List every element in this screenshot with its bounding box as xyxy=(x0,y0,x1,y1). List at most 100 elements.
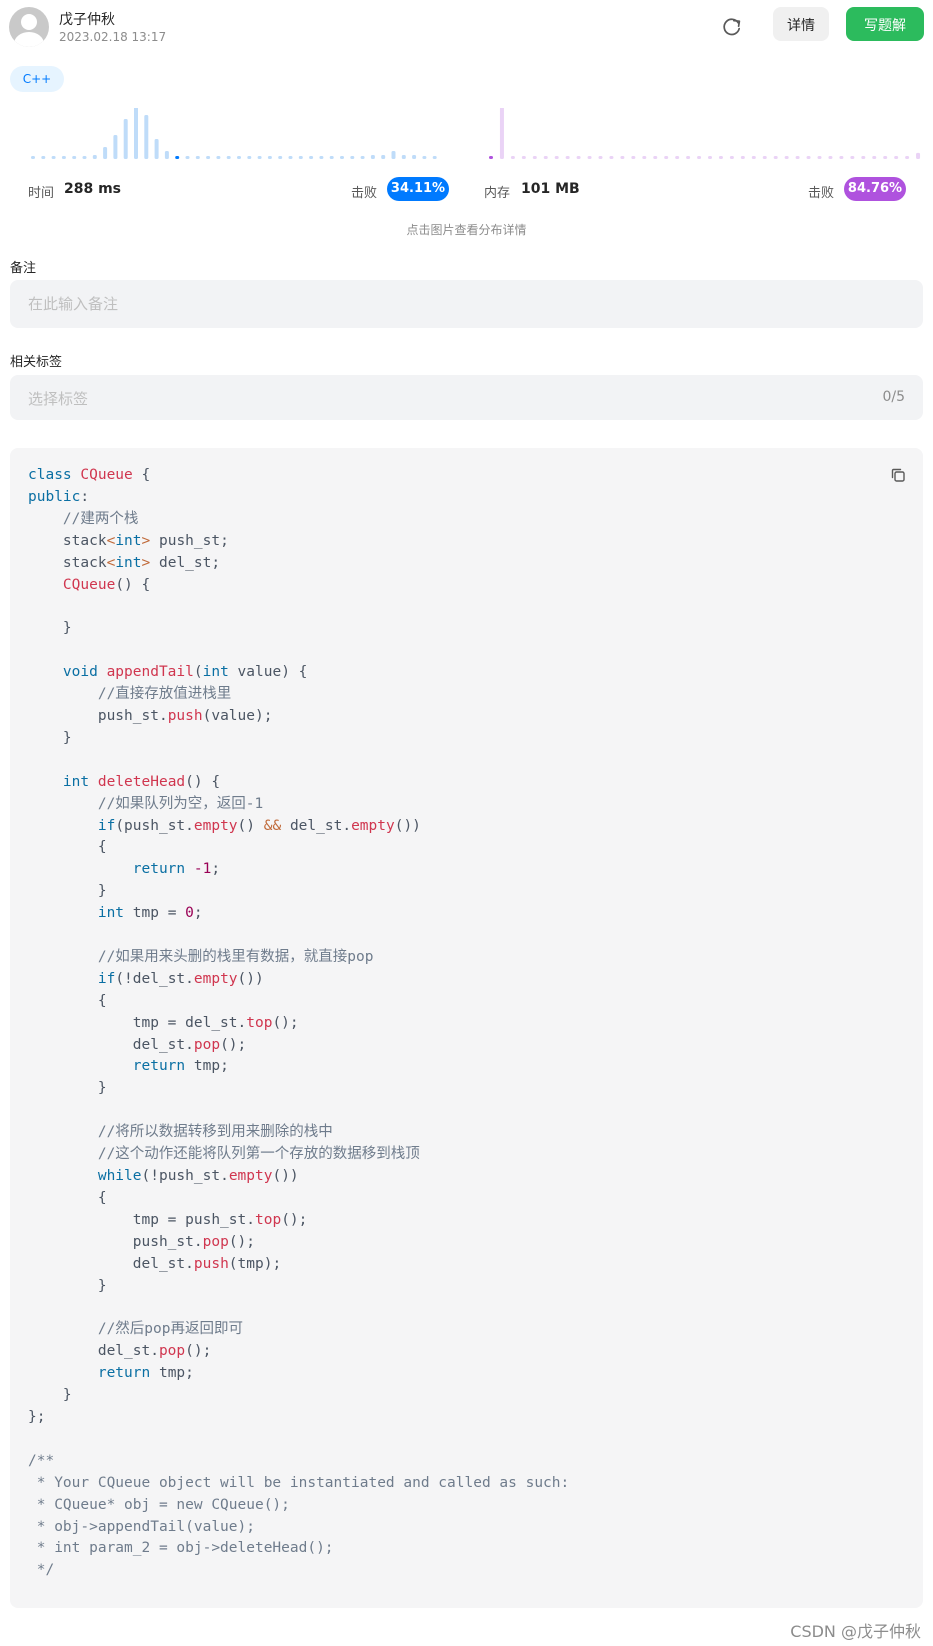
runtime-distribution-bar xyxy=(309,156,314,159)
code-text: class CQueue { public: //建两个栈 stack<int>… xyxy=(28,467,570,1579)
runtime-distribution-bar xyxy=(329,156,334,159)
runtime-distribution-bar xyxy=(103,147,108,159)
runtime-distribution-bar xyxy=(175,156,180,159)
memory-distribution-bar xyxy=(653,156,658,159)
avatar[interactable] xyxy=(9,7,49,47)
memory-distribution-bar xyxy=(762,156,767,159)
runtime-distribution-bar xyxy=(412,155,417,159)
footer-watermark: CSDN @戊子仲秋 xyxy=(790,1622,921,1641)
runtime-distribution-bar xyxy=(185,156,190,159)
memory-distribution-bar xyxy=(642,156,647,159)
runtime-distribution-bar xyxy=(72,156,77,159)
memory-distribution-bar xyxy=(543,156,548,159)
avatar-body xyxy=(14,32,44,47)
copy-button[interactable] xyxy=(889,466,907,484)
memory-distribution-bar xyxy=(740,156,745,159)
distribution-charts[interactable] xyxy=(0,108,933,170)
memory-distribution-bar xyxy=(576,156,581,159)
runtime-distribution-bar xyxy=(288,156,293,159)
memory-distribution-bar xyxy=(872,156,877,159)
memory-distribution-bar xyxy=(751,156,756,159)
memory-distribution-bar xyxy=(784,156,789,159)
runtime-distribution-bar xyxy=(195,156,200,159)
runtime-distribution-bar xyxy=(206,156,211,159)
memory-distribution-bar xyxy=(697,156,702,159)
runtime-distribution-bar xyxy=(381,155,386,159)
runtime-distribution-bar xyxy=(278,156,283,159)
memory-distribution-bar xyxy=(806,156,811,159)
runtime-distribution-bar xyxy=(216,156,221,159)
memory-distribution-bar xyxy=(916,152,921,159)
runtime-distribution-bar xyxy=(41,156,46,159)
runtime-distribution-bar xyxy=(267,156,272,159)
runtime-label: 时间 xyxy=(28,186,55,201)
memory-distribution-bar xyxy=(686,156,691,159)
memory-distribution-bar xyxy=(708,156,712,159)
memory-distribution-bar xyxy=(894,156,899,159)
memory-distribution-bar xyxy=(554,156,559,159)
runtime-beat-badge: 34.11% xyxy=(387,177,449,201)
refresh-icon xyxy=(723,18,741,36)
memory-distribution-bar xyxy=(828,156,833,159)
runtime-distribution-bar xyxy=(340,156,344,159)
runtime-distribution-bar xyxy=(401,155,406,159)
language-tag[interactable]: C++ xyxy=(10,66,64,92)
notes-input[interactable] xyxy=(10,280,923,328)
memory-beat-label: 击败 xyxy=(808,186,835,201)
runtime-distribution-bar xyxy=(92,155,97,159)
tag-count: 0/5 xyxy=(882,389,905,405)
memory-distribution-bar xyxy=(565,156,570,159)
runtime-distribution-bar xyxy=(257,156,262,159)
tags-label: 相关标签 xyxy=(10,355,63,370)
memory-distribution-bar xyxy=(510,156,515,159)
avatar-head xyxy=(21,14,37,30)
code-block[interactable]: class CQueue { public: //建两个栈 stack<int>… xyxy=(10,448,923,1608)
runtime-distribution-bar xyxy=(61,156,66,159)
runtime-distribution-bar xyxy=(360,156,365,159)
runtime-distribution-bar xyxy=(113,135,118,159)
memory-distribution-bar xyxy=(598,156,603,159)
runtime-distribution-bar xyxy=(298,156,303,159)
tag-select-placeholder: 选择标签 xyxy=(28,390,89,408)
memory-distribution-bar xyxy=(609,156,614,159)
runtime-distribution-bar xyxy=(31,156,35,159)
memory-value: 101 MB xyxy=(521,181,580,197)
notes-label: 备注 xyxy=(10,261,37,276)
memory-distribution-bar xyxy=(664,156,669,159)
memory-distribution-bar xyxy=(499,108,504,159)
runtime-distribution-bar xyxy=(350,156,355,159)
memory-distribution-bar xyxy=(773,156,778,159)
memory-distribution-bar xyxy=(675,156,680,159)
memory-label: 内存 xyxy=(484,186,511,201)
copy-icon xyxy=(891,468,905,482)
memory-beat-badge: 84.76% xyxy=(844,177,906,201)
runtime-distribution-bar xyxy=(422,156,427,159)
memory-distribution-bar xyxy=(795,156,800,159)
runtime-distribution-bar xyxy=(247,156,252,159)
memory-distribution-bar xyxy=(521,156,526,159)
tag-select[interactable]: 选择标签 0/5 xyxy=(10,375,923,420)
refresh-button[interactable] xyxy=(718,12,746,40)
runtime-beat-label: 击败 xyxy=(351,186,378,201)
runtime-distribution-bar xyxy=(144,115,149,159)
runtime-distribution-bar xyxy=(154,139,159,159)
runtime-distribution-bar xyxy=(226,156,231,159)
submission-date: 2023.02.18 13:17 xyxy=(59,30,167,44)
memory-distribution-bar xyxy=(620,156,625,159)
runtime-distribution-bar xyxy=(432,156,437,159)
detail-button[interactable]: 详情 xyxy=(773,7,829,41)
runtime-distribution-bar xyxy=(123,119,128,159)
write-solution-button[interactable]: 写题解 xyxy=(846,7,924,41)
runtime-distribution-bar xyxy=(164,151,169,159)
author-name[interactable]: 戊子仲秋 xyxy=(59,9,115,29)
memory-distribution-bar xyxy=(861,156,866,159)
memory-distribution-bar xyxy=(839,156,844,159)
runtime-distribution-bar xyxy=(370,155,375,159)
memory-distribution-bar xyxy=(905,156,910,159)
runtime-value: 288 ms xyxy=(64,181,122,197)
runtime-distribution-bar xyxy=(319,156,324,159)
runtime-distribution-bar xyxy=(134,108,138,159)
memory-distribution-bar xyxy=(729,156,734,159)
memory-distribution-bar xyxy=(850,156,855,159)
memory-distribution-bar xyxy=(587,156,592,159)
